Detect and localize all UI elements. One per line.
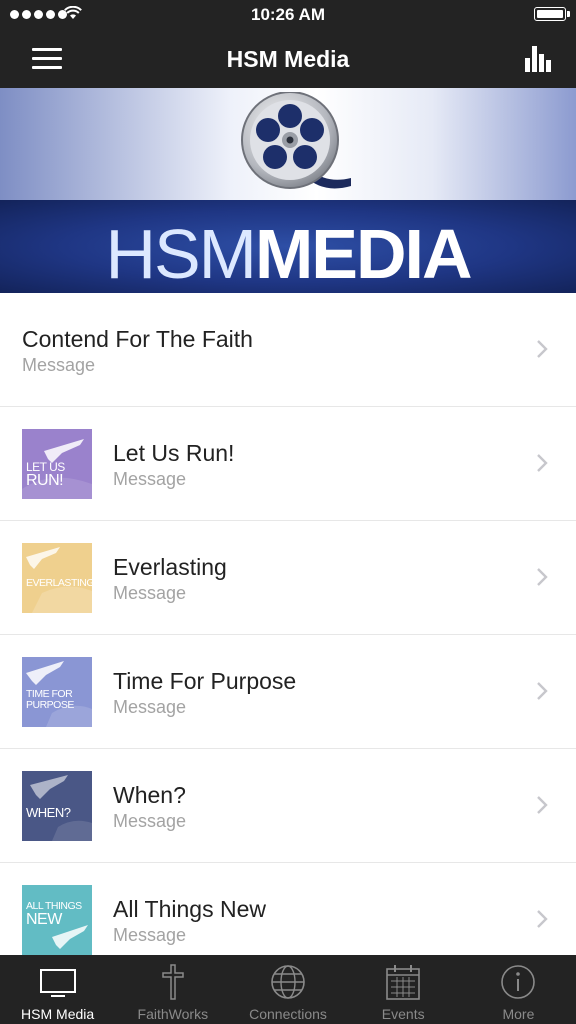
chevron-right-icon <box>537 910 548 928</box>
chevron-right-icon <box>537 796 548 814</box>
tab-connections[interactable]: Connections <box>230 955 345 1024</box>
item-title: Let Us Run! <box>113 440 235 466</box>
thumb-text: NEW <box>26 911 62 928</box>
hsm-media-banner: HSMMEDIA <box>0 88 576 293</box>
list-item[interactable]: WHEN? When? Message <box>0 749 576 863</box>
tab-bar: HSM Media FaithWorks Connections Events <box>0 955 576 1024</box>
item-thumbnail: TIME FOR PURPOSE <box>22 657 92 727</box>
item-title: Time For Purpose <box>113 668 297 694</box>
tab-label: More <box>502 1006 535 1022</box>
item-thumbnail: ALL THINGS NEW <box>22 885 92 955</box>
message-list: Contend For The Faith Message LET US RUN!… <box>0 293 576 955</box>
chevron-right-icon <box>537 682 548 700</box>
item-title: Contend For The Faith <box>22 326 253 352</box>
banner-wordmark: HSMMEDIA <box>0 214 576 293</box>
item-title: All Things New <box>113 896 266 922</box>
item-title: Everlasting <box>113 554 227 580</box>
list-item[interactable]: LET US RUN! Let Us Run! Message <box>0 407 576 521</box>
tab-events[interactable]: Events <box>346 955 461 1024</box>
cross-icon <box>162 964 184 1000</box>
thumb-text: WHEN? <box>26 805 71 820</box>
calendar-icon <box>386 965 421 1000</box>
chevron-right-icon <box>537 568 548 586</box>
tab-label: FaithWorks <box>137 1006 209 1022</box>
globe-icon <box>271 965 305 999</box>
item-subtitle: Message <box>113 811 187 831</box>
item-subtitle: Message <box>113 469 187 489</box>
item-subtitle: Message <box>113 697 187 717</box>
item-subtitle: Message <box>113 583 187 603</box>
item-title: When? <box>113 782 186 808</box>
list-item[interactable]: TIME FOR PURPOSE Time For Purpose Message <box>0 635 576 749</box>
battery-icon <box>534 7 570 21</box>
tab-faithworks[interactable]: FaithWorks <box>115 955 230 1024</box>
navigation-bar: HSM Media <box>0 30 576 88</box>
page-title: HSM Media <box>226 46 350 72</box>
bar-chart-icon[interactable] <box>524 44 554 72</box>
banner-word-light: HSM <box>105 215 257 293</box>
list-item[interactable]: Contend For The Faith Message <box>0 293 576 407</box>
status-bar: 10:26 AM <box>0 0 576 30</box>
list-item[interactable]: ALL THINGS NEW All Things New Message <box>0 863 576 955</box>
item-subtitle: Message <box>22 355 96 375</box>
item-thumbnail: LET US RUN! <box>22 429 92 499</box>
banner-word-bold: MEDIA <box>255 215 473 293</box>
item-thumbnail: WHEN? <box>22 771 92 841</box>
tab-label: Connections <box>249 1006 327 1022</box>
thumb-text: EVERLASTING <box>26 577 92 589</box>
info-icon <box>501 965 536 999</box>
tab-more[interactable]: More <box>461 955 576 1024</box>
item-thumbnail: EVERLASTING <box>22 543 92 613</box>
status-time: 10:26 AM <box>250 5 325 24</box>
tab-label: Events <box>381 1006 425 1022</box>
monitor-icon <box>39 969 76 997</box>
film-reel-icon <box>241 92 351 189</box>
tab-label: HSM Media <box>21 1006 95 1022</box>
chevron-right-icon <box>537 454 548 472</box>
list-item[interactable]: EVERLASTING Everlasting Message <box>0 521 576 635</box>
thumb-text: PURPOSE <box>26 699 74 711</box>
item-subtitle: Message <box>113 925 187 945</box>
thumb-text: RUN! <box>26 472 64 489</box>
chevron-right-icon <box>537 340 548 358</box>
tab-hsm-media[interactable]: HSM Media <box>0 955 115 1024</box>
